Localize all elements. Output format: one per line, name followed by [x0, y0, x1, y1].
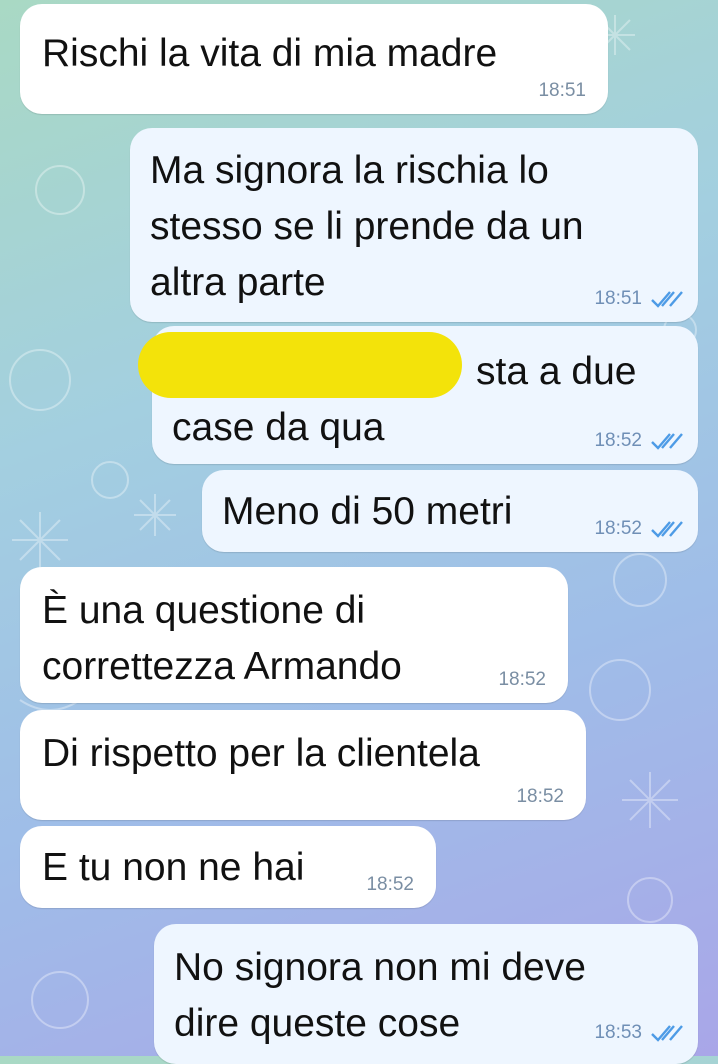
message-bubble-incoming[interactable]: Di rispetto per la clientela 18:52: [20, 710, 586, 820]
message-bubble-incoming[interactable]: È una questione di correttezza Armando 1…: [20, 567, 568, 703]
message-timestamp: 18:52: [366, 874, 414, 895]
message-timestamp: 18:52: [594, 518, 642, 539]
message-timestamp: 18:52: [594, 430, 642, 451]
message-bubble-outgoing[interactable]: Ma signora la rischia lo stesso se li pr…: [130, 128, 698, 322]
message-bubble-outgoing[interactable]: Meno di 50 metri 18:52: [202, 470, 698, 552]
message-timestamp: 18:52: [498, 669, 546, 690]
message-bubble-outgoing[interactable]: sta a due case da qua 18:52: [138, 326, 698, 464]
message-text: E tu non ne hai: [42, 846, 305, 889]
message-text: Rischi la vita di mia madre: [42, 32, 498, 75]
read-receipt-icon: [651, 1025, 683, 1042]
message-text: È una questione di correttezza Armando: [42, 589, 402, 688]
message-bubble-incoming[interactable]: E tu non ne hai 18:52: [20, 826, 436, 908]
message-text: Meno di 50 metri: [222, 490, 513, 533]
message-timestamp: 18:51: [594, 288, 642, 309]
message-text: Di rispetto per la clientela: [42, 732, 480, 775]
message-text: No signora non mi deve dire queste cose: [174, 946, 586, 1045]
message-text: sta a due case da qua: [172, 350, 637, 449]
read-receipt-icon: [651, 291, 683, 308]
message-text: Ma signora la rischia lo stesso se li pr…: [150, 149, 584, 304]
message-timestamp: 18:51: [538, 80, 586, 101]
read-receipt-icon: [651, 521, 683, 538]
message-bubble-outgoing[interactable]: No signora non mi deve dire queste cose …: [154, 924, 698, 1064]
message-timestamp: 18:52: [516, 786, 564, 807]
message-bubble-incoming[interactable]: Rischi la vita di mia madre 18:51: [20, 4, 608, 114]
read-receipt-icon: [651, 433, 683, 450]
message-timestamp: 18:53: [594, 1022, 642, 1043]
